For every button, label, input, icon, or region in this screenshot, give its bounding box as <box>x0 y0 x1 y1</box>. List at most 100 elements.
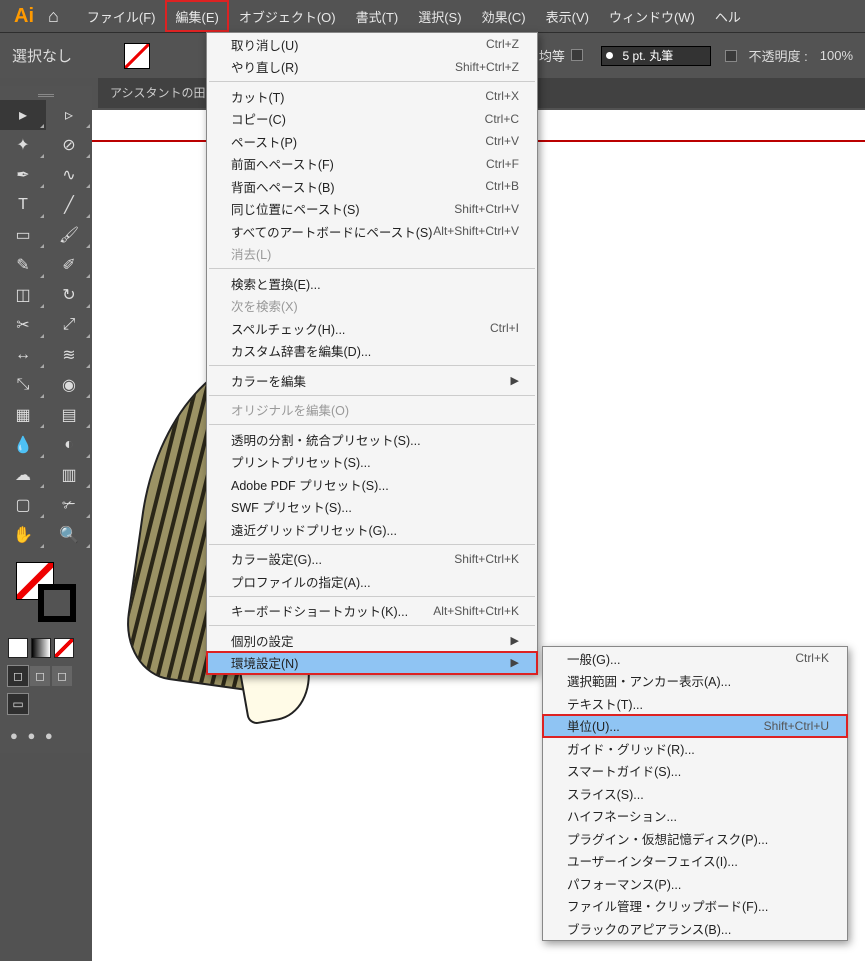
tool-panel: ▸▹✦⊘✒∿T╱▭🖌✎✐◫↻✂⤢↔≋⤡◉▦▤💧◐☁▥▢✃✋🔍 ◻ ◻ ◻ ▭ ●… <box>0 86 92 753</box>
menuitem-透明の分割・統合プリセット(S)...[interactable]: 透明の分割・統合プリセット(S)... <box>207 428 537 451</box>
tool-slice[interactable]: ✃ <box>46 490 92 520</box>
tool-mesh[interactable]: ▦ <box>0 400 46 430</box>
menuitem-ガイド・グリッド(R)...[interactable]: ガイド・グリッド(R)... <box>543 737 847 760</box>
draw-behind[interactable]: ◻ <box>30 666 50 686</box>
tool-zoom[interactable]: 🔍 <box>46 520 92 550</box>
tool-blend[interactable]: ◐ <box>46 430 92 460</box>
menuitem-検索と置換(E)...[interactable]: 検索と置換(E)... <box>207 272 537 295</box>
color-mode-gradient[interactable] <box>31 638 51 658</box>
draw-inside[interactable]: ◻ <box>52 666 72 686</box>
tool-scissors[interactable]: ✂ <box>0 310 46 340</box>
menuitem-環境設定(N)[interactable]: 環境設定(N)▶ <box>207 652 537 675</box>
stroke-align-dropdown[interactable]: 均等 <box>533 46 589 65</box>
menu-書式(T)[interactable]: 書式(T) <box>346 0 409 32</box>
opacity-label: 不透明度 : <box>749 46 808 65</box>
home-icon[interactable]: ⌂ <box>40 6 67 27</box>
menuitem-ハイフネーション...[interactable]: ハイフネーション... <box>543 805 847 828</box>
menuitem-プリントプリセット(S)...[interactable]: プリントプリセット(S)... <box>207 451 537 474</box>
color-mode-none[interactable] <box>54 638 74 658</box>
tool-free[interactable]: ⤡ <box>0 370 46 400</box>
menuitem-次を検索(X): 次を検索(X) <box>207 295 537 318</box>
menuitem-カット(T)[interactable]: カット(T)Ctrl+X <box>207 85 537 108</box>
menuitem-コピー(C)[interactable]: コピー(C)Ctrl+C <box>207 108 537 131</box>
color-mode-solid[interactable] <box>8 638 28 658</box>
tool-graph[interactable]: ▥ <box>46 460 92 490</box>
menuitem-Adobe PDF プリセット(S)...[interactable]: Adobe PDF プリセット(S)... <box>207 473 537 496</box>
menuitem-背面へペースト(B)[interactable]: 背面へペースト(B)Ctrl+B <box>207 175 537 198</box>
selection-status: 選択なし <box>12 45 112 66</box>
menu-ヘル[interactable]: ヘル <box>705 0 751 32</box>
brush-preset-dropdown[interactable]: 5 pt. 丸筆 <box>601 46 711 66</box>
tool-lasso[interactable]: ⊘ <box>46 130 92 160</box>
tool-width[interactable]: ↔ <box>0 340 46 370</box>
menuitem-ユーザーインターフェイス(I)...[interactable]: ユーザーインターフェイス(I)... <box>543 850 847 873</box>
more-tools[interactable]: ● ● ● <box>0 718 92 753</box>
menuitem-前面へペースト(F)[interactable]: 前面へペースト(F)Ctrl+F <box>207 153 537 176</box>
menuitem-オリジナルを編集(O): オリジナルを編集(O) <box>207 399 537 422</box>
tool-scale[interactable]: ⤢ <box>46 310 92 340</box>
screen-mode[interactable]: ▭ <box>8 694 28 714</box>
menuitem-ペースト(P)[interactable]: ペースト(P)Ctrl+V <box>207 130 537 153</box>
menuitem-消去(L): 消去(L) <box>207 243 537 266</box>
menuitem-プラグイン・仮想記憶ディスク(P)...[interactable]: プラグイン・仮想記憶ディスク(P)... <box>543 827 847 850</box>
menuitem-一般(G)...[interactable]: 一般(G)...Ctrl+K <box>543 647 847 670</box>
menuitem-すべてのアートボードにペースト(S)[interactable]: すべてのアートボードにペースト(S)Alt+Shift+Ctrl+V <box>207 220 537 243</box>
tool-symbol[interactable]: ☁ <box>0 460 46 490</box>
menuitem-個別の設定[interactable]: 個別の設定▶ <box>207 629 537 652</box>
menu-オブジェクト(O)[interactable]: オブジェクト(O) <box>229 0 346 32</box>
menuitem-パフォーマンス(P)...[interactable]: パフォーマンス(P)... <box>543 872 847 895</box>
tool-brush[interactable]: 🖌 <box>46 220 92 250</box>
tool-line[interactable]: ╱ <box>46 190 92 220</box>
menu-選択(S)[interactable]: 選択(S) <box>408 0 471 32</box>
menuitem-カラー設定(G)...[interactable]: カラー設定(G)...Shift+Ctrl+K <box>207 548 537 571</box>
menuitem-選択範囲・アンカー表示(A)...[interactable]: 選択範囲・アンカー表示(A)... <box>543 670 847 693</box>
draw-normal[interactable]: ◻ <box>8 666 28 686</box>
menuitem-カラーを編集[interactable]: カラーを編集▶ <box>207 369 537 392</box>
tool-hand[interactable]: ✋ <box>0 520 46 550</box>
chevron-down-icon <box>725 50 737 62</box>
ai-icon: Ai <box>14 5 34 28</box>
menu-ウィンドウ(W)[interactable]: ウィンドウ(W) <box>599 0 705 32</box>
edit-menu-dropdown: 取り消し(U)Ctrl+Zやり直し(R)Shift+Ctrl+Z カット(T)Ct… <box>206 32 538 675</box>
menuitem-プロファイルの指定(A)...[interactable]: プロファイルの指定(A)... <box>207 570 537 593</box>
tool-type[interactable]: T <box>0 190 46 220</box>
menuitem-スライス(S)...[interactable]: スライス(S)... <box>543 782 847 805</box>
tool-shape[interactable]: ◉ <box>46 370 92 400</box>
tool-eyedrop[interactable]: 💧 <box>0 430 46 460</box>
color-swatches <box>0 550 92 634</box>
menuitem-遠近グリッドプリセット(G)...[interactable]: 遠近グリッドプリセット(G)... <box>207 518 537 541</box>
menuitem-やり直し(R)[interactable]: やり直し(R)Shift+Ctrl+Z <box>207 56 537 79</box>
menuitem-単位(U)...[interactable]: 単位(U)...Shift+Ctrl+U <box>543 715 847 738</box>
tool-direct[interactable]: ▹ <box>46 100 92 130</box>
menu-編集(E)[interactable]: 編集(E) <box>165 0 228 32</box>
menuitem-ブラックのアピアランス(B)...[interactable]: ブラックのアピアランス(B)... <box>543 917 847 940</box>
opacity-value[interactable]: 100% <box>820 48 853 63</box>
stroke-color[interactable] <box>38 584 76 622</box>
tool-warp[interactable]: ≋ <box>46 340 92 370</box>
menu-効果(C)[interactable]: 効果(C) <box>472 0 536 32</box>
submenu-arrow-icon: ▶ <box>511 634 519 647</box>
tool-curve[interactable]: ∿ <box>46 160 92 190</box>
tool-artboard[interactable]: ▢ <box>0 490 46 520</box>
menuitem-キーボードショートカット(K)...[interactable]: キーボードショートカット(K)...Alt+Shift+Ctrl+K <box>207 600 537 623</box>
tool-rect[interactable]: ▭ <box>0 220 46 250</box>
menuitem-ファイル管理・クリップボード(F)...[interactable]: ファイル管理・クリップボード(F)... <box>543 895 847 918</box>
menuitem-スマートガイド(S)...[interactable]: スマートガイド(S)... <box>543 760 847 783</box>
tool-pencil[interactable]: ✐ <box>46 250 92 280</box>
menuitem-同じ位置にペースト(S)[interactable]: 同じ位置にペースト(S)Shift+Ctrl+V <box>207 198 537 221</box>
fill-swatch[interactable] <box>124 43 150 69</box>
tool-wand[interactable]: ✦ <box>0 130 46 160</box>
tool-shaper[interactable]: ✎ <box>0 250 46 280</box>
tool-pen[interactable]: ✒ <box>0 160 46 190</box>
menuitem-スペルチェック(H)...[interactable]: スペルチェック(H)...Ctrl+I <box>207 317 537 340</box>
tool-select[interactable]: ▸ <box>0 100 46 130</box>
menu-表示(V)[interactable]: 表示(V) <box>536 0 599 32</box>
tool-rotate[interactable]: ↻ <box>46 280 92 310</box>
menu-ファイル(F)[interactable]: ファイル(F) <box>77 0 166 32</box>
tool-gradient[interactable]: ▤ <box>46 400 92 430</box>
menuitem-取り消し(U)[interactable]: 取り消し(U)Ctrl+Z <box>207 33 537 56</box>
menuitem-SWF プリセット(S)...[interactable]: SWF プリセット(S)... <box>207 496 537 519</box>
tool-eraser[interactable]: ◫ <box>0 280 46 310</box>
menuitem-カスタム辞書を編集(D)...[interactable]: カスタム辞書を編集(D)... <box>207 340 537 363</box>
menuitem-テキスト(T)...[interactable]: テキスト(T)... <box>543 692 847 715</box>
